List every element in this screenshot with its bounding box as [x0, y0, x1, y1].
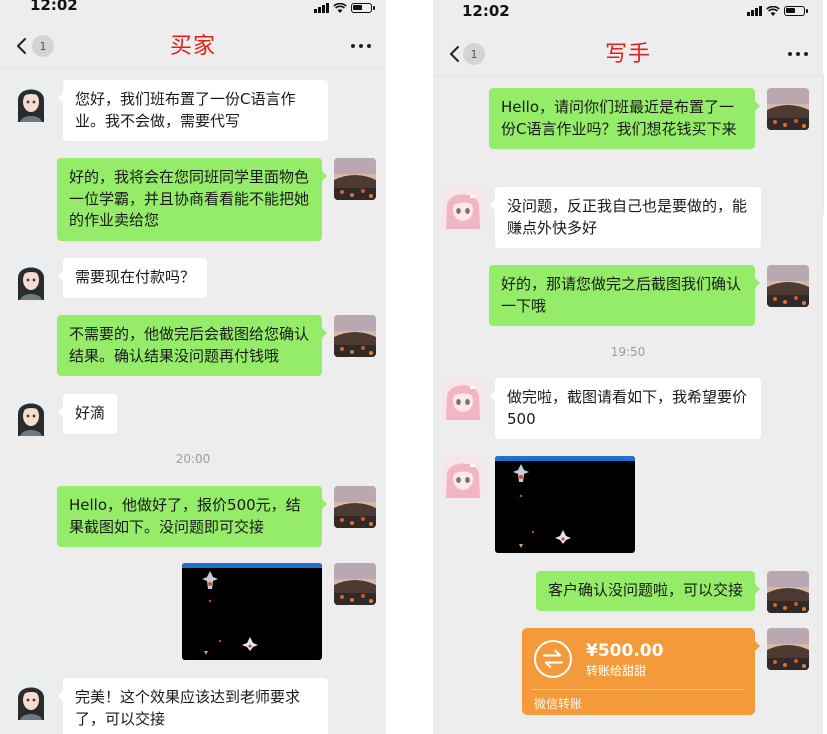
transfer-recipient: 转账给甜甜	[586, 664, 647, 678]
buyer-avatar[interactable]	[10, 678, 52, 720]
message-list: 您好，我们班布置了一份C语言作业。我不会做，需要代写 好的，我将会在您同班同学里…	[0, 0, 386, 734]
game-scene	[202, 571, 258, 655]
message-bubble[interactable]: 好的，那请您做完之后截图我们确认一下哦	[489, 265, 760, 326]
seller-avatar[interactable]	[334, 563, 376, 605]
game-scene	[513, 464, 571, 548]
message-bubble[interactable]: 需要现在付款吗？	[57, 258, 208, 298]
time-divider: 19:50	[610, 345, 646, 359]
time-divider: 20:00	[175, 452, 211, 466]
writer-avatar[interactable]	[442, 456, 484, 498]
writer-avatar[interactable]	[442, 378, 484, 420]
transfer-amount: ¥500.00	[586, 641, 664, 661]
wechat-transfer-card[interactable]: ¥500.00 转账给甜甜 微信转账	[522, 628, 760, 715]
message-bubble[interactable]: 客户确认没问题啦，可以交接	[535, 571, 761, 611]
transfer-footer: 微信转账	[534, 697, 583, 711]
transfer-icon	[534, 640, 572, 678]
seller-avatar[interactable]	[334, 486, 376, 528]
page-scroll-edge	[823, 75, 827, 215]
transfer-divider	[532, 689, 745, 690]
buyer-chat-screen: 12:02 1 买家 您好，我们班布置了一份C语言作业。我不会做，需要代写 好的…	[0, 0, 386, 734]
message-list: Hello，请问你们班最近是布置了一份C语言作业吗？我们想花钱买下来 没问题，反…	[433, 0, 823, 734]
message-bubble[interactable]: 好滴	[57, 394, 118, 434]
seller-avatar[interactable]	[334, 315, 376, 357]
buyer-avatar[interactable]	[10, 258, 52, 300]
message-bubble[interactable]: 好的，我将会在您同班同学里面物色一位学霸，并且协商看看能不能把她的作业卖给您	[57, 158, 327, 241]
seller-avatar[interactable]	[767, 265, 809, 307]
message-bubble[interactable]: 做完啦，截图请看如下，我希望要价500	[490, 378, 761, 439]
writer-avatar[interactable]	[442, 187, 484, 229]
buyer-avatar[interactable]	[10, 394, 52, 436]
message-bubble[interactable]: 您好，我们班布置了一份C语言作业。我不会做，需要代写	[58, 80, 328, 141]
writer-chat-screen: 12:02 1 写手 Hello，请问你们班最近是布置了一份C语言作业吗？我们想…	[433, 0, 823, 734]
message-bubble[interactable]: Hello，他做好了，报价500元，结果截图如下。没问题即可交接	[57, 486, 327, 547]
seller-avatar[interactable]	[334, 158, 376, 200]
seller-avatar[interactable]	[767, 88, 809, 130]
message-bubble[interactable]: 完美！这个效果应该达到老师要求了，可以交接	[58, 678, 328, 734]
message-bubble[interactable]: Hello，请问你们班最近是布置了一份C语言作业吗？我们想花钱买下来	[489, 88, 760, 149]
message-bubble[interactable]: 不需要的，他做完后会截图给您确认结果。确认结果没问题再付钱哦	[57, 315, 327, 376]
seller-avatar[interactable]	[767, 628, 809, 670]
game-screenshot-image[interactable]	[182, 563, 322, 660]
seller-avatar[interactable]	[767, 571, 809, 613]
game-screenshot-image[interactable]	[495, 456, 635, 553]
buyer-avatar[interactable]	[10, 80, 52, 122]
message-bubble[interactable]: 没问题，反正我自己也是要做的，能赚点外快多好	[490, 187, 761, 248]
